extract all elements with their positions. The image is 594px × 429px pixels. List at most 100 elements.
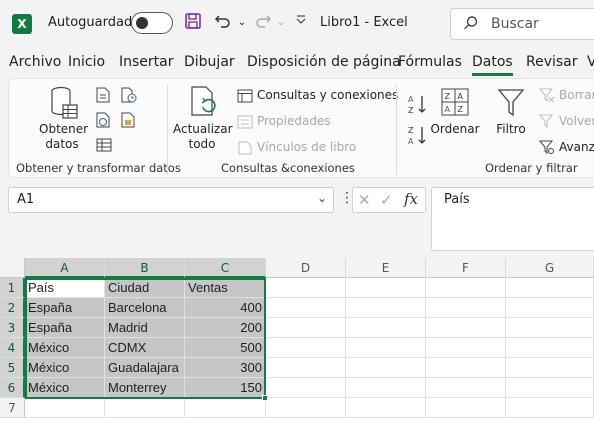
column-header-g[interactable]: G xyxy=(506,258,594,278)
cell-d6[interactable] xyxy=(266,378,346,398)
confirm-icon[interactable]: ✓ xyxy=(380,191,393,209)
tab-datos[interactable]: Datos xyxy=(472,54,513,76)
sort-az-icon[interactable]: AZ xyxy=(407,93,429,119)
cell-b7[interactable] xyxy=(105,398,185,418)
cell-d2[interactable] xyxy=(266,298,346,318)
from-table-icon[interactable] xyxy=(96,137,112,157)
cell-f1[interactable] xyxy=(426,278,506,298)
tab-insertar[interactable]: Insertar xyxy=(119,54,174,70)
cell-f5[interactable] xyxy=(426,358,506,378)
from-web-icon[interactable] xyxy=(96,112,112,132)
sort-za-icon[interactable]: ZA xyxy=(407,124,429,150)
row-header-1[interactable]: 1 xyxy=(0,278,25,298)
cell-c7[interactable] xyxy=(185,398,266,418)
search-box[interactable]: Buscar xyxy=(450,8,594,40)
cell-d5[interactable] xyxy=(266,358,346,378)
column-header-e[interactable]: E xyxy=(346,258,426,278)
cell-a3[interactable]: España xyxy=(25,318,105,338)
tab-vista[interactable]: V xyxy=(587,54,594,70)
cell-b6[interactable]: Monterrey xyxy=(105,378,185,398)
cell-c6[interactable]: 150 xyxy=(185,378,266,398)
cell-b3[interactable]: Madrid xyxy=(105,318,185,338)
row-header-5[interactable]: 5 xyxy=(0,358,25,378)
get-data-label-1[interactable]: Obtener xyxy=(39,122,88,136)
tab-disposicion[interactable]: Disposición de página xyxy=(247,54,401,70)
properties-button[interactable]: Propiedades xyxy=(257,114,331,128)
column-header-f[interactable]: F xyxy=(426,258,506,278)
row-header-6[interactable]: 6 xyxy=(0,378,25,398)
chevron-down-icon[interactable]: ⌄ xyxy=(317,191,327,205)
cell-e7[interactable] xyxy=(346,398,426,418)
formula-input[interactable]: País xyxy=(431,187,594,251)
cell-f2[interactable] xyxy=(426,298,506,318)
cell-c2[interactable]: 400 xyxy=(185,298,266,318)
workbook-links-button[interactable]: Vínculos de libro xyxy=(257,140,356,154)
row-header-7[interactable]: 7 xyxy=(0,398,25,418)
database-icon[interactable] xyxy=(49,85,79,125)
recent-sources-icon[interactable] xyxy=(121,87,137,107)
cell-d4[interactable] xyxy=(266,338,346,358)
cell-g4[interactable] xyxy=(506,338,594,358)
cell-a7[interactable] xyxy=(25,398,105,418)
clear-filter-button[interactable]: Borrar xyxy=(559,88,594,102)
cell-g5[interactable] xyxy=(506,358,594,378)
tab-revisar[interactable]: Revisar xyxy=(526,54,578,70)
fill-handle[interactable] xyxy=(262,395,268,401)
filter-button-label[interactable]: Filtro xyxy=(491,122,531,136)
cell-e4[interactable] xyxy=(346,338,426,358)
cell-f7[interactable] xyxy=(426,398,506,418)
cell-g7[interactable] xyxy=(506,398,594,418)
cell-a5[interactable]: México xyxy=(25,358,105,378)
row-header-2[interactable]: 2 xyxy=(0,298,25,318)
column-header-b[interactable]: B xyxy=(105,258,185,278)
cell-g3[interactable] xyxy=(506,318,594,338)
cell-g2[interactable] xyxy=(506,298,594,318)
cell-b5[interactable]: Guadalajara xyxy=(105,358,185,378)
cell-e6[interactable] xyxy=(346,378,426,398)
tab-archivo[interactable]: Archivo xyxy=(9,54,61,70)
column-header-c[interactable]: C xyxy=(185,258,266,278)
cell-b4[interactable]: CDMX xyxy=(105,338,185,358)
cell-c5[interactable]: 300 xyxy=(185,358,266,378)
cell-b2[interactable]: Barcelona xyxy=(105,298,185,318)
cell-a2[interactable]: España xyxy=(25,298,105,318)
cell-e3[interactable] xyxy=(346,318,426,338)
cell-a1[interactable]: País xyxy=(25,278,105,298)
row-header-3[interactable]: 3 xyxy=(0,318,25,338)
redo-dropdown-icon[interactable]: ⌄ xyxy=(270,12,292,34)
cell-g6[interactable] xyxy=(506,378,594,398)
cell-d7[interactable] xyxy=(266,398,346,418)
filter-funnel-icon[interactable] xyxy=(497,87,525,123)
from-text-icon[interactable] xyxy=(96,87,110,107)
insert-function-icon[interactable]: fx xyxy=(404,190,418,208)
cell-f4[interactable] xyxy=(426,338,506,358)
sort-button-label[interactable]: Ordenar xyxy=(429,122,481,136)
cell-b1[interactable]: Ciudad xyxy=(105,278,185,298)
cancel-icon[interactable]: ✕ xyxy=(358,191,371,209)
cell-f3[interactable] xyxy=(426,318,506,338)
name-box[interactable]: A1 ⌄ xyxy=(8,187,334,213)
cell-c1[interactable]: Ventas xyxy=(185,278,266,298)
cell-d1[interactable] xyxy=(266,278,346,298)
cell-a6[interactable]: México xyxy=(25,378,105,398)
cell-d3[interactable] xyxy=(266,318,346,338)
customize-chevron-icon[interactable] xyxy=(290,12,312,34)
queries-connections-icon[interactable] xyxy=(237,88,253,107)
cell-e2[interactable] xyxy=(346,298,426,318)
tab-formulas[interactable]: Fórmulas xyxy=(398,54,462,70)
advanced-filter-icon[interactable] xyxy=(538,139,555,159)
select-all-corner[interactable] xyxy=(0,258,25,278)
cell-a4[interactable]: México xyxy=(25,338,105,358)
cell-e5[interactable] xyxy=(346,358,426,378)
advanced-filter-button[interactable]: Avanz xyxy=(559,140,594,154)
save-icon[interactable] xyxy=(182,12,204,34)
cell-c3[interactable]: 200 xyxy=(185,318,266,338)
refresh-all-label-2[interactable]: todo xyxy=(173,137,231,151)
undo-dropdown-icon[interactable]: ⌄ xyxy=(231,12,253,34)
sort-dialog-icon[interactable]: ZAAZ xyxy=(441,88,469,120)
column-header-a[interactable]: A xyxy=(25,258,105,278)
queries-connections-button[interactable]: Consultas y conexiones xyxy=(257,88,398,102)
cell-e1[interactable] xyxy=(346,278,426,298)
existing-connections-icon[interactable] xyxy=(121,112,137,132)
cell-c4[interactable]: 500 xyxy=(185,338,266,358)
